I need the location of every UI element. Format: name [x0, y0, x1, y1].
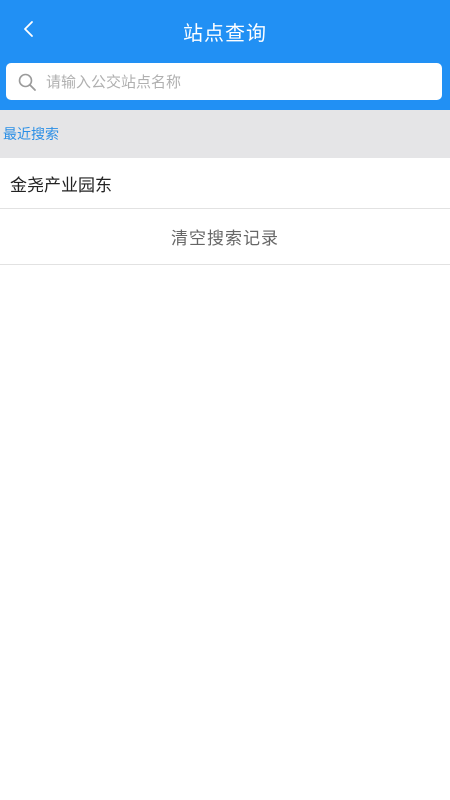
clear-history-label: 清空搜索记录 [171, 229, 279, 249]
station-query-screen: 站点查询 最近搜索 金尧产业园东 清空搜索记录 [0, 0, 450, 800]
title-bar: 站点查询 [0, 0, 450, 62]
clear-history-button[interactable]: 清空搜索记录 [0, 209, 450, 265]
recent-search-label: 最近搜索 [3, 127, 59, 143]
history-item[interactable]: 金尧产业园东 [0, 158, 450, 209]
search-bar[interactable] [6, 63, 442, 100]
page-title: 站点查询 [183, 20, 267, 45]
recent-search-header: 最近搜索 [0, 110, 450, 158]
search-input[interactable] [46, 63, 442, 100]
back-button[interactable] [8, 11, 48, 51]
history-item-label: 金尧产业园东 [10, 175, 112, 196]
chevron-left-icon [21, 19, 35, 43]
app-header: 站点查询 [0, 0, 450, 110]
search-icon [16, 71, 38, 93]
